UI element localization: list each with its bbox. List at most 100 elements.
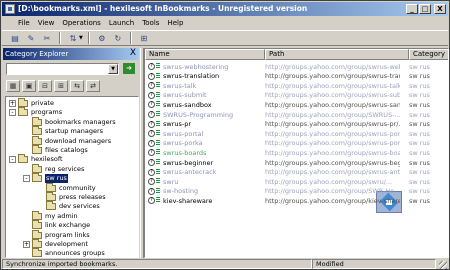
window-title: [D:\bookmarks.xml] - hexilesoft InBookma… <box>18 4 308 13</box>
menu-file[interactable]: File <box>14 17 34 29</box>
table-row[interactable]: ? swrus-antecrack http://groups.yahoo.com/… <box>145 168 448 177</box>
bookmark-name: sw-hosting <box>163 187 199 196</box>
signal-bars-icon <box>156 111 160 118</box>
signal-bars-icon <box>156 82 160 89</box>
collapse-icon[interactable]: - <box>9 109 16 117</box>
folder-icon <box>18 154 28 164</box>
table-row[interactable]: ? swrus-beginner http://groups.yahoo.com/g… <box>145 158 448 167</box>
toolbar: ▤ ✎ ✂ ⇅ ▼ ⚙ ↻ ⊞ <box>2 30 448 46</box>
table-row[interactable]: ? swrus-translation http://groups.yahoo.co… <box>145 72 448 81</box>
signal-bars-icon <box>156 149 160 156</box>
close-button[interactable]: X <box>434 4 446 14</box>
table-row[interactable]: ? swrus-boards http://groups.yahoo.com/gro… <box>145 148 448 157</box>
bookmark-path: http://groups.yahoo.com/group/swrus-port… <box>265 129 400 138</box>
refresh-icon[interactable]: ✎ <box>24 32 38 45</box>
unknown-status-icon: ? <box>148 187 155 195</box>
folder-icon <box>32 210 42 220</box>
collapse-icon[interactable]: - <box>9 156 16 164</box>
table-row[interactable]: ? swrus-pr http://groups.yahoo.com/group/s… <box>145 120 448 129</box>
bookmark-category: sw rus <box>409 129 430 138</box>
table-row[interactable]: ? swrus-talk http://groups.yahoo.com/group… <box>145 81 448 90</box>
signal-bars-icon <box>156 178 160 185</box>
unknown-status-icon: ? <box>148 178 155 186</box>
collapse-icon[interactable]: - <box>23 175 30 183</box>
collapse-icon[interactable]: ⊟ <box>38 80 52 92</box>
import-icon[interactable]: ⇅ <box>66 32 80 45</box>
cut-icon[interactable]: ✂ <box>40 32 54 45</box>
table-row[interactable]: ? swrus-portal http://groups.yahoo.com/gro… <box>145 129 448 138</box>
tree-node-label: program links <box>45 230 90 239</box>
menu-launch[interactable]: Launch <box>105 17 138 29</box>
new-category-icon[interactable]: ▦ <box>6 80 20 92</box>
unknown-status-icon: ? <box>148 111 155 118</box>
tree-node-label: download managers <box>45 136 112 145</box>
bookmark-path: http://groups.yahoo.com/group/swrus-san.… <box>265 100 400 109</box>
table-row[interactable]: ? swrus-sandbox http://groups.yahoo.com/gr… <box>145 100 448 109</box>
menu-view[interactable]: View <box>34 17 59 29</box>
connect-icon[interactable]: ↻ <box>111 32 125 45</box>
tree-node-label: announces groups <box>45 249 105 258</box>
bookmark-path: http://groups.yahoo.com/group/swrus-boa.… <box>265 148 400 157</box>
table-row[interactable]: ? swrus-webhostering http://groups.yahoo.c… <box>145 62 448 71</box>
folder-icon <box>46 201 56 211</box>
table-row[interactable]: ? swrus-porka http://groups.yahoo.com/grou… <box>145 139 448 148</box>
minimize-button[interactable]: _ <box>406 4 418 14</box>
tree-node[interactable]: dev services <box>37 201 100 211</box>
tree-toolbar: ▦ ▣ ⊟ ⊞ ⇆ ⇄ <box>6 80 100 94</box>
open-icon[interactable]: ▤ <box>8 32 22 45</box>
tree-node[interactable]: + private <box>9 98 54 108</box>
bookmark-name: kiev-shareware <box>163 196 213 205</box>
status-bar: Synchronize imported bookmarks. Modified <box>2 259 448 270</box>
table-row[interactable]: ? sw-hosting http://groups.yahoo.com/group… <box>145 187 448 196</box>
table-row[interactable]: ? swru http://groups.yahoo.com/group/swru/… <box>145 177 448 186</box>
column-path[interactable]: Path <box>265 49 409 60</box>
folder-icon <box>18 107 28 117</box>
table-row[interactable]: ? kiev-shareware http://groups.yahoo.com/g… <box>145 196 448 205</box>
move-right-icon[interactable]: ⇄ <box>86 80 100 92</box>
category-combo[interactable]: ▼ <box>6 63 119 75</box>
signal-bars-icon <box>156 130 160 137</box>
tree-node[interactable]: files catalogs <box>23 145 88 155</box>
folder-icon <box>32 239 42 248</box>
resize-grip[interactable] <box>439 261 447 269</box>
network-icon[interactable]: ⊞ <box>137 32 151 45</box>
edit-category-icon[interactable]: ▣ <box>22 80 36 92</box>
chevron-down-icon[interactable]: ▼ <box>108 64 118 74</box>
expand-icon[interactable]: ⊞ <box>54 80 68 92</box>
signal-bars-icon <box>156 101 160 108</box>
signal-bars-icon <box>156 91 160 99</box>
tree-node-label: press releases <box>59 193 106 201</box>
table-row[interactable]: ? SWRUS-Programming http://groups.yahoo.co… <box>145 110 448 119</box>
unknown-status-icon: ? <box>148 82 155 90</box>
menu-help[interactable]: Help <box>163 17 187 29</box>
column-name[interactable]: Name <box>145 49 265 60</box>
folder-icon <box>46 182 56 192</box>
bookmark-list[interactable]: Name Path Category ? swrus-webhostering ht… <box>144 48 449 258</box>
category-tree[interactable]: + private - programs bookmarks managers start… <box>5 96 139 258</box>
unknown-status-icon: ? <box>148 72 155 80</box>
expand-icon[interactable]: + <box>23 241 30 248</box>
menu-tools[interactable]: Tools <box>138 17 163 29</box>
bookmark-category: sw rus <box>409 72 430 81</box>
unknown-status-icon: ? <box>148 120 155 128</box>
unknown-status-icon: ? <box>148 149 155 157</box>
tree-node[interactable]: announces groups <box>23 248 105 258</box>
unknown-status-icon: ? <box>148 91 155 99</box>
status-message: Synchronize imported bookmarks. <box>2 259 312 269</box>
bookmark-path: http://groups.yahoo.com/group/swrus-pork… <box>265 139 400 148</box>
category-explorer: Category Explorer X ▼ ➜ ▦ ▣ ⊟ ⊞ ⇆ ⇄ + pri… <box>3 48 139 258</box>
menu-operations[interactable]: Operations <box>58 17 104 29</box>
panel-close-icon[interactable]: X <box>130 48 136 59</box>
maximize-button[interactable]: □ <box>419 4 431 14</box>
settings-icon[interactable]: ⚙ <box>95 32 109 45</box>
column-category[interactable]: Category <box>409 49 448 60</box>
unknown-status-icon: ? <box>148 139 155 147</box>
folder-icon <box>32 116 42 126</box>
go-button[interactable]: ➜ <box>123 63 135 74</box>
move-left-icon[interactable]: ⇆ <box>70 80 84 92</box>
panel-title: Category Explorer <box>5 50 69 58</box>
table-row[interactable]: ? swrus-submit http://groups.yahoo.com/gro… <box>145 91 448 100</box>
bookmark-name: swrus-antecrack <box>163 168 217 177</box>
expand-icon[interactable]: + <box>9 100 16 107</box>
title-bar[interactable]: [D:\bookmarks.xml] - hexilesoft InBookma… <box>2 2 448 16</box>
